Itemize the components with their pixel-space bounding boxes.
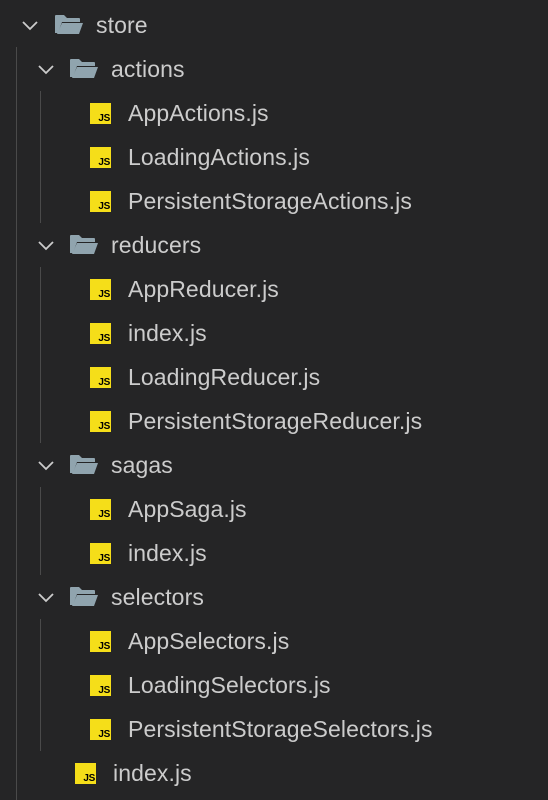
js-badge-text: JS	[98, 112, 110, 124]
js-file-icon: JS	[90, 410, 111, 432]
js-badge-text: JS	[98, 156, 110, 168]
file-name: index.js	[128, 539, 207, 566]
file-name: PersistentStorageActions.js	[128, 187, 412, 214]
folder-group-selectors: selectors JS AppSelectors.js JS LoadingS…	[0, 575, 548, 751]
folder-name-reducers: reducers	[111, 231, 202, 258]
folder-row-reducers[interactable]: reducers	[0, 223, 548, 267]
file-name: LoadingSelectors.js	[128, 671, 331, 698]
folder-row-store[interactable]: store	[0, 3, 548, 47]
file-name: PersistentStorageReducer.js	[128, 407, 423, 434]
file-row[interactable]: JS LoadingReducer.js	[0, 355, 548, 399]
file-row[interactable]: JS PersistentStorageActions.js	[0, 179, 548, 223]
folder-open-icon	[69, 585, 99, 609]
js-badge-text: JS	[98, 640, 110, 652]
file-row[interactable]: JS AppReducer.js	[0, 267, 548, 311]
folder-open-icon	[69, 453, 99, 477]
js-file-icon: JS	[90, 190, 111, 212]
chevron-down-icon[interactable]	[35, 234, 57, 256]
js-file-icon: JS	[90, 146, 111, 168]
chevron-down-icon[interactable]	[35, 58, 57, 80]
js-badge-text: JS	[98, 200, 110, 212]
js-badge-text: JS	[98, 684, 110, 696]
folder-name-store: store	[96, 11, 148, 38]
js-file-icon: JS	[75, 762, 96, 784]
file-name: AppSaga.js	[128, 495, 247, 522]
js-file-icon: JS	[90, 630, 111, 652]
js-file-icon: JS	[90, 674, 111, 696]
file-row[interactable]: JS AppSelectors.js	[0, 619, 548, 663]
folder-open-icon	[69, 57, 99, 81]
folder-group-sagas: sagas JS AppSaga.js JS index.js	[0, 443, 548, 575]
js-file-icon: JS	[90, 542, 111, 564]
file-name: AppReducer.js	[128, 275, 279, 302]
js-badge-text: JS	[83, 772, 95, 784]
js-badge-text: JS	[98, 288, 110, 300]
js-file-icon: JS	[90, 498, 111, 520]
js-file-icon: JS	[90, 278, 111, 300]
file-row[interactable]: JS index.js	[0, 751, 548, 795]
js-file-icon: JS	[90, 102, 111, 124]
folder-row-sagas[interactable]: sagas	[0, 443, 548, 487]
folder-group-reducers: reducers JS AppReducer.js JS index.js JS…	[0, 223, 548, 443]
js-badge-text: JS	[98, 420, 110, 432]
file-name: LoadingActions.js	[128, 143, 310, 170]
chevron-down-icon[interactable]	[35, 454, 57, 476]
js-badge-text: JS	[98, 508, 110, 520]
folder-open-icon	[54, 13, 84, 37]
folder-group-actions: actions JS AppActions.js JS LoadingActio…	[0, 47, 548, 223]
js-file-icon: JS	[90, 366, 111, 388]
chevron-down-icon[interactable]	[35, 586, 57, 608]
js-badge-text: JS	[98, 552, 110, 564]
folder-name-sagas: sagas	[111, 451, 173, 478]
js-file-icon: JS	[90, 322, 111, 344]
file-row[interactable]: JS AppSaga.js	[0, 487, 548, 531]
file-name: index.js	[113, 759, 192, 786]
file-row[interactable]: JS LoadingSelectors.js	[0, 663, 548, 707]
folder-name-actions: actions	[111, 55, 185, 82]
chevron-down-icon[interactable]	[19, 14, 41, 36]
folder-row-selectors[interactable]: selectors	[0, 575, 548, 619]
file-name: PersistentStorageSelectors.js	[128, 715, 433, 742]
js-badge-text: JS	[98, 376, 110, 388]
file-row[interactable]: JS PersistentStorageSelectors.js	[0, 707, 548, 751]
js-badge-text: JS	[98, 332, 110, 344]
folder-open-icon	[69, 233, 99, 257]
file-name: index.js	[128, 319, 207, 346]
folder-name-selectors: selectors	[111, 583, 204, 610]
file-row[interactable]: JS index.js	[0, 311, 548, 355]
file-row[interactable]: JS LoadingActions.js	[0, 135, 548, 179]
file-row[interactable]: JS index.js	[0, 531, 548, 575]
file-name: AppSelectors.js	[128, 627, 290, 654]
folder-row-actions[interactable]: actions	[0, 47, 548, 91]
file-explorer-tree: store actions JS AppActions.js JS Loadin…	[0, 3, 548, 800]
js-badge-text: JS	[98, 728, 110, 740]
file-name: LoadingReducer.js	[128, 363, 321, 390]
file-row[interactable]: JS AppActions.js	[0, 91, 548, 135]
js-file-icon: JS	[90, 718, 111, 740]
file-row[interactable]: JS PersistentStorageReducer.js	[0, 399, 548, 443]
file-name: AppActions.js	[128, 99, 269, 126]
